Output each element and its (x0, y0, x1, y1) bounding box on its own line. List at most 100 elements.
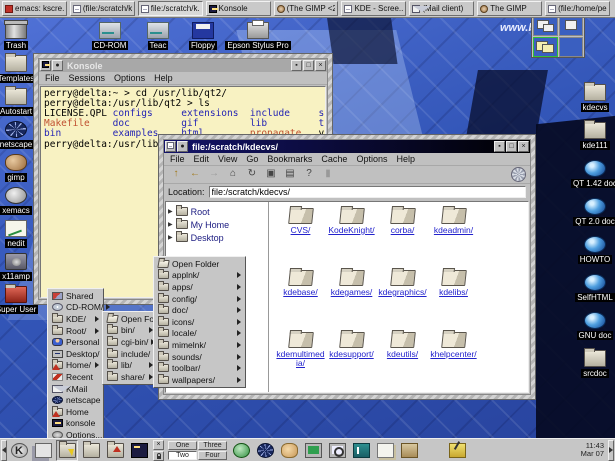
menu-view[interactable]: View (218, 154, 237, 164)
expand-arrow-icon[interactable]: ▶ (168, 208, 173, 215)
taskbar-button[interactable]: file:/scratch/k... (138, 1, 203, 16)
menu-edit[interactable]: Edit (194, 154, 210, 164)
menu-item-shared[interactable]: Shared (49, 290, 102, 302)
back-icon[interactable]: ← (187, 167, 203, 182)
copy-icon[interactable]: ▣ (263, 167, 279, 182)
menu-item-toolbar-[interactable]: toolbar/ (155, 362, 244, 374)
fm-titlebar[interactable]: ● file:/scratch/kdecvs/ ▪ □ × (164, 140, 530, 153)
help-icon[interactable]: ? (301, 167, 317, 182)
menu-file[interactable]: File (170, 154, 185, 164)
folder-link[interactable]: kdesupport/ (329, 350, 373, 359)
sticky-pin-button[interactable]: ● (52, 60, 63, 71)
menu-help[interactable]: Help (154, 73, 173, 83)
close-button[interactable]: × (315, 60, 326, 71)
pager-button-three[interactable]: Three (198, 441, 227, 450)
kfind-icon[interactable] (326, 440, 348, 461)
menu-options[interactable]: Options (114, 73, 145, 83)
folder-link[interactable]: kdeadmin/ (434, 226, 473, 235)
folder-link[interactable]: kdegames/ (331, 288, 373, 297)
knotes-icon[interactable] (374, 440, 396, 461)
menu-help[interactable]: Help (396, 154, 415, 164)
folder-item[interactable]: kdemultimedia/ (275, 332, 326, 392)
menu-item-wallpapers-[interactable]: wallpapers/ (155, 374, 244, 386)
folder-item[interactable]: kdebase/ (275, 270, 326, 330)
menu-item-cgi-bin-[interactable]: cgi-bin/ (104, 336, 156, 348)
folder-link[interactable]: KodeKnight/ (328, 226, 374, 235)
menu-item-home-[interactable]: Home/ (49, 360, 102, 372)
menu-item-open-folder[interactable]: Open Folder (155, 258, 244, 270)
desktop-icon-floppy[interactable]: Floppy (173, 22, 233, 50)
tree-item-my-home[interactable]: ▶My Home (168, 218, 266, 231)
menu-item-config-[interactable]: config/ (155, 293, 244, 305)
shared-folder-icon[interactable] (80, 440, 102, 461)
menu-item-locale-[interactable]: locale/ (155, 328, 244, 340)
menu-item-icons-[interactable]: icons/ (155, 316, 244, 328)
taskbar-button[interactable]: (file:/home/per... (545, 1, 610, 16)
expand-arrow-icon[interactable]: ▶ (168, 234, 173, 241)
kpaint-icon[interactable] (278, 440, 300, 461)
expand-arrow-icon[interactable]: ▶ (168, 221, 173, 228)
folder-item[interactable]: khelpcenter/ (428, 332, 479, 392)
menu-item-desktop-[interactable]: Desktop/ (49, 348, 102, 360)
folder-item[interactable]: KodeKnight/ (326, 208, 377, 268)
minimize-button[interactable]: ▪ (291, 60, 302, 71)
tree-item-desktop[interactable]: ▶Desktop (168, 231, 266, 244)
folder-link[interactable]: kdeutils/ (387, 350, 418, 359)
menu-item-include-[interactable]: include/ (104, 348, 156, 360)
menu-item-apps-[interactable]: apps/ (155, 281, 244, 293)
k-menu-button[interactable] (8, 440, 30, 461)
window-list-button[interactable] (32, 440, 54, 461)
menu-item-share-[interactable]: share/ (104, 371, 156, 383)
minimize-button[interactable]: ▪ (494, 141, 505, 152)
logout-button[interactable]: × (153, 440, 164, 450)
maximize-button[interactable]: □ (506, 141, 517, 152)
folder-link[interactable]: kdebase/ (283, 288, 318, 297)
konsole-titlebar[interactable]: ● Konsole ▪ □ × (39, 59, 327, 72)
folder-link[interactable]: corba/ (391, 226, 415, 235)
home-folder-icon[interactable] (104, 440, 126, 461)
folder-item[interactable]: kdegames/ (326, 270, 377, 330)
window-menu-button[interactable] (40, 60, 51, 71)
taskbar-button[interactable]: emacs: kscre... (2, 1, 67, 16)
desktop-icon-epson-stylus-pro[interactable]: Epson Stylus Pro (228, 22, 288, 50)
menu-sessions[interactable]: Sessions (69, 73, 106, 83)
menu-item-lib-[interactable]: lib/ (104, 359, 156, 371)
kedit-icon[interactable] (446, 440, 468, 461)
folder-item[interactable]: kdeadmin/ (428, 208, 479, 268)
desktop-icon-kdecvs[interactable]: kdecvs (565, 84, 615, 112)
folder-item[interactable]: kdeutils/ (377, 332, 428, 392)
konsole-icon[interactable] (128, 440, 150, 461)
menu-file[interactable]: File (45, 73, 60, 83)
taskbar-button[interactable]: (The GIMP <2>) (274, 1, 339, 16)
pager-button-four[interactable]: Four (198, 451, 227, 460)
tree-item-root[interactable]: ▶Root (168, 205, 266, 218)
menu-options[interactable]: Options (356, 154, 387, 164)
menu-item-sounds-[interactable]: sounds/ (155, 351, 244, 363)
paste-icon[interactable]: ▤ (282, 167, 298, 182)
sticky-pin-button[interactable]: ● (177, 141, 188, 152)
menu-item-mimelnk-[interactable]: mimelnk/ (155, 339, 244, 351)
panel-hide-right-button[interactable] (608, 440, 614, 461)
folder-item[interactable]: corba/ (377, 208, 428, 268)
lock-screen-button[interactable] (153, 451, 164, 461)
reload-icon[interactable]: ↻ (244, 167, 260, 182)
pager-button-one[interactable]: One (168, 441, 197, 450)
window-menu-button[interactable] (165, 141, 176, 152)
taskbar-button[interactable]: (file:/scratch/k... (70, 1, 135, 16)
desktop-icon-qt-2-0-doc[interactable]: QT 2.0 doc (565, 198, 615, 226)
folder-item[interactable]: kdesupport/ (326, 332, 377, 392)
menu-item-home[interactable]: Home (49, 406, 102, 418)
kpackage-icon[interactable] (398, 440, 420, 461)
desktop-icon-kde111[interactable]: kde111 (565, 122, 615, 150)
menu-item-kde-[interactable]: KDE/ (49, 313, 102, 325)
desktop-icon-qt-1-42-doc[interactable]: QT 1.42 doc (565, 160, 615, 188)
taskbar-button[interactable]: (Mail client) (409, 1, 474, 16)
location-input[interactable] (209, 186, 526, 198)
close-button[interactable]: × (518, 141, 529, 152)
menu-item-recent[interactable]: Recent (49, 371, 102, 383)
help-book-icon[interactable] (350, 440, 372, 461)
menu-item-cd-rom-[interactable]: CD-ROM/ (49, 302, 102, 314)
netscape-icon[interactable] (254, 440, 276, 461)
folder-link[interactable]: kdemultimedia/ (276, 350, 326, 368)
folder-item[interactable]: kdegraphics/ (377, 270, 428, 330)
